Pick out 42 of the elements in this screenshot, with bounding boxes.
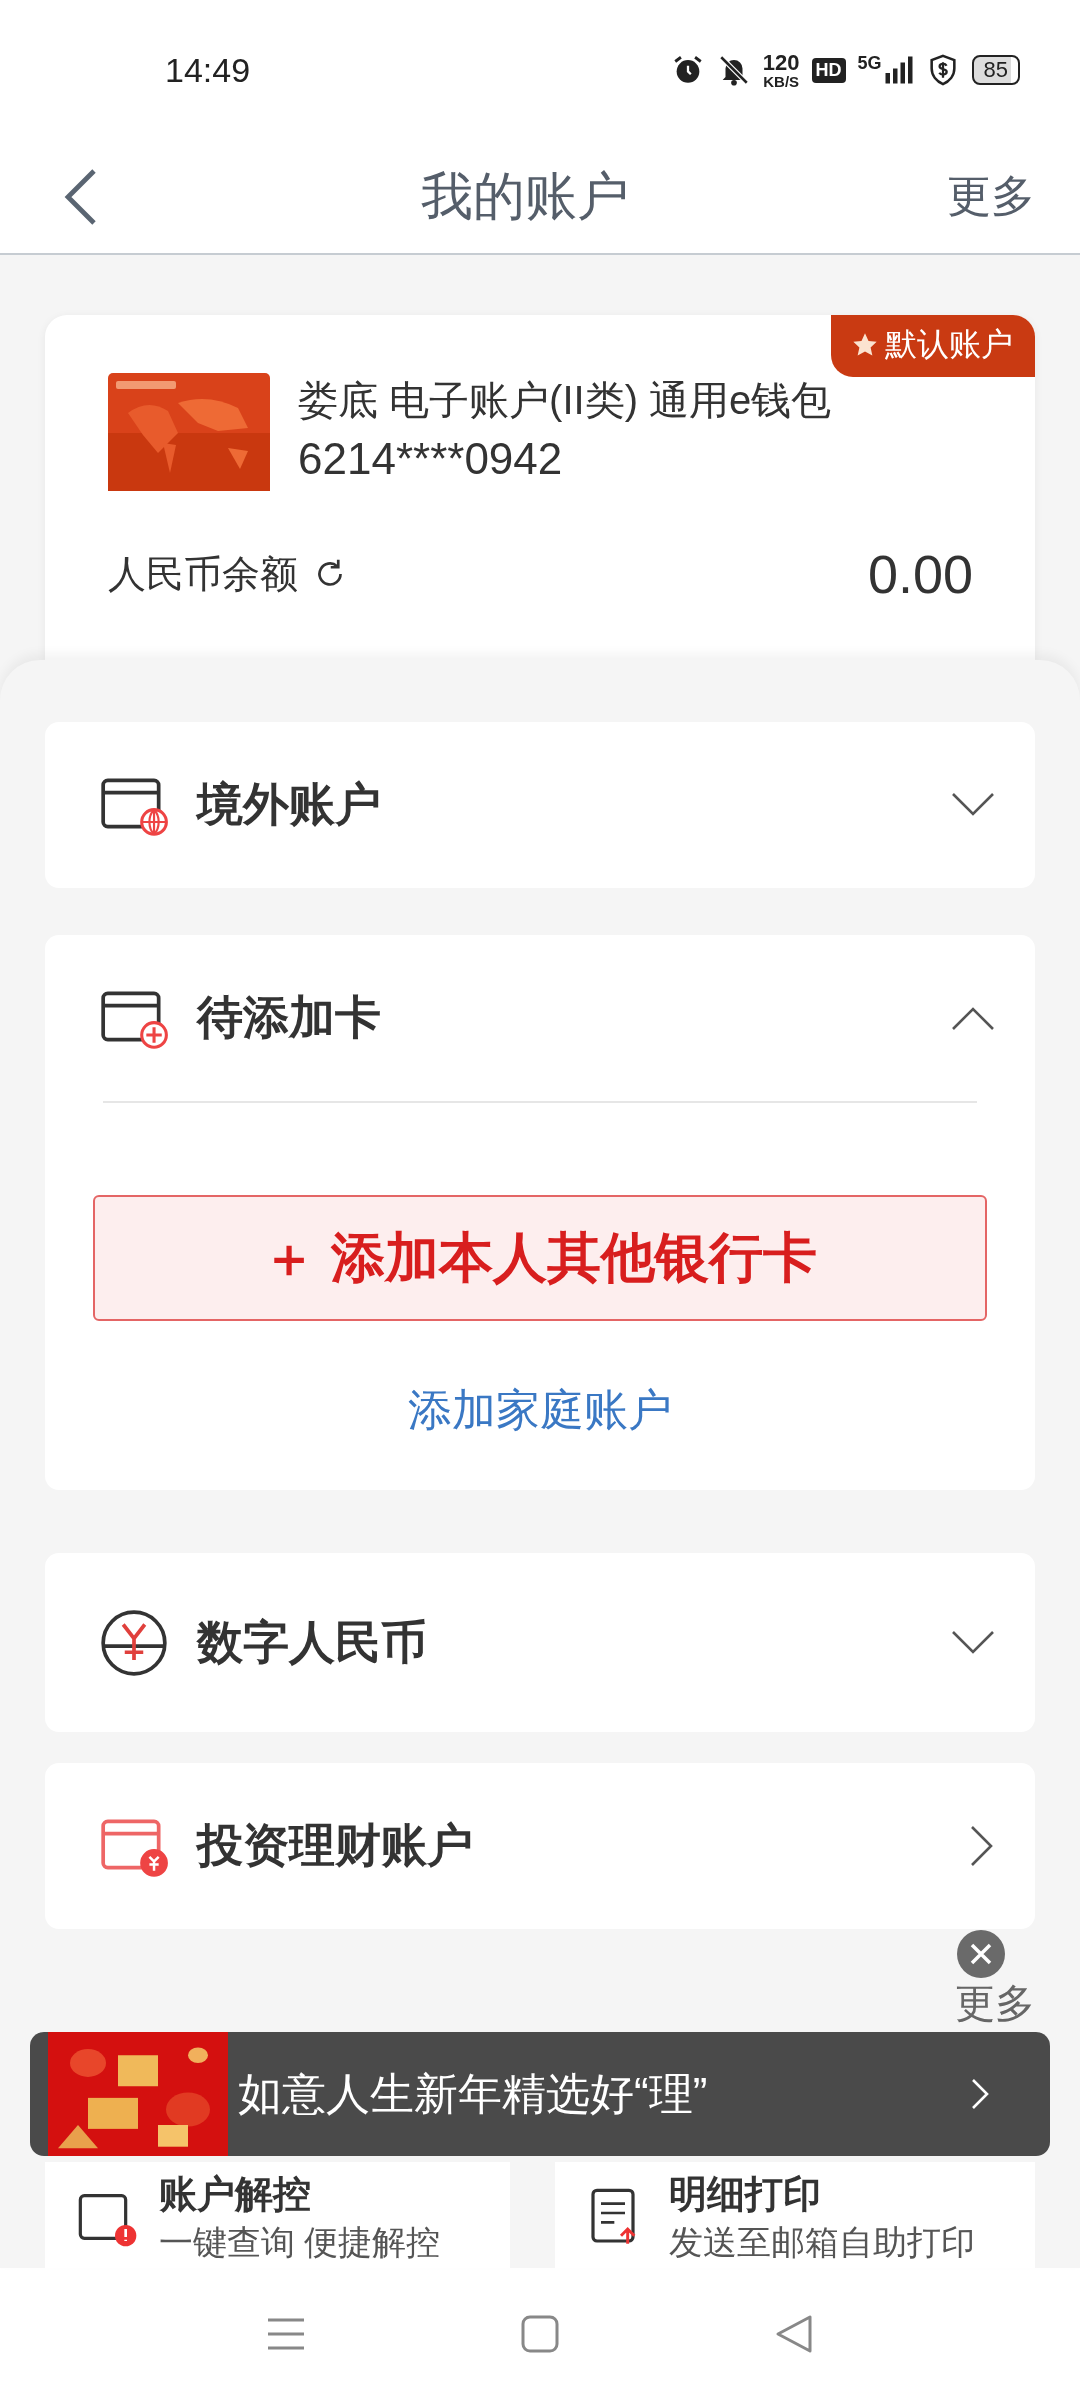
promo-banner[interactable]: 如意人生新年精选好“理” bbox=[30, 2032, 1050, 2156]
chevron-up-icon[interactable] bbox=[951, 1005, 995, 1031]
chevron-right-icon[interactable] bbox=[969, 1824, 995, 1868]
tile-title: 明细打印 bbox=[669, 2171, 822, 2217]
close-icon[interactable] bbox=[957, 1930, 1005, 1978]
more-link[interactable]: 更多 bbox=[955, 1975, 1035, 2031]
speed-unit: KB/S bbox=[763, 73, 800, 89]
status-time: 14:49 bbox=[165, 50, 251, 90]
chevron-down-icon[interactable] bbox=[951, 792, 995, 818]
more-link[interactable]: 更多 bbox=[947, 167, 1035, 226]
home-icon[interactable] bbox=[520, 2314, 560, 2354]
banner-text: 如意人生新年精选好“理” bbox=[238, 2067, 708, 2120]
service-tile[interactable]: 明细打印 发送至邮箱自助打印 bbox=[555, 2162, 1035, 2268]
account-name: 娄底 电子账户(II类) 通用e钱包 bbox=[298, 377, 832, 424]
balance-amount: 0.00 bbox=[867, 543, 973, 605]
network-type: 5G bbox=[857, 52, 882, 74]
chevron-down-icon[interactable] bbox=[951, 1629, 995, 1656]
section-header[interactable]: 投资理财账户 bbox=[45, 1763, 1035, 1929]
section-title: 境外账户 bbox=[197, 777, 381, 832]
account-number: 6214****0942 bbox=[298, 434, 564, 484]
hd-indicator: HD bbox=[811, 57, 846, 83]
chevron-right-icon[interactable] bbox=[970, 2077, 990, 2111]
add-bank-card-button[interactable]: ＋ 添加本人其他银行卡 bbox=[93, 1195, 987, 1321]
add-family-account-link[interactable]: 添加家庭账户 bbox=[408, 1381, 672, 1440]
service-tile[interactable]: 账户解控 一键查询 便捷解控 bbox=[45, 2162, 510, 2268]
tile-title: 账户解控 bbox=[159, 2171, 312, 2217]
account-card[interactable]: 默认账户 娄底 电子账户(II类) 通用e钱包 6214****0942 人民币余额 0.00 bbox=[45, 315, 1035, 660]
default-account-badge: 默认账户 bbox=[831, 315, 1035, 377]
section-header[interactable]: 境外账户 bbox=[45, 722, 1035, 888]
tile-subtitle: 发送至邮箱自助打印 bbox=[669, 2221, 975, 2263]
balance-label: 人民币余额 bbox=[108, 551, 298, 597]
section-title: 待添加卡 bbox=[197, 990, 381, 1045]
speed-value: 120 bbox=[762, 51, 800, 74]
section-title: 数字人民币 bbox=[197, 1614, 427, 1670]
section-header[interactable]: 待添加卡 bbox=[45, 935, 1035, 1101]
battery-indicator: 85 bbox=[971, 55, 1020, 85]
section-title: 投资理财账户 bbox=[197, 1818, 473, 1873]
back-icon[interactable] bbox=[774, 2314, 814, 2354]
signal-icon bbox=[883, 55, 914, 85]
tile-subtitle: 一键查询 便捷解控 bbox=[159, 2221, 441, 2263]
page-title: 我的账户 bbox=[420, 165, 629, 227]
section-header[interactable]: 数字人民币 bbox=[45, 1553, 1035, 1732]
